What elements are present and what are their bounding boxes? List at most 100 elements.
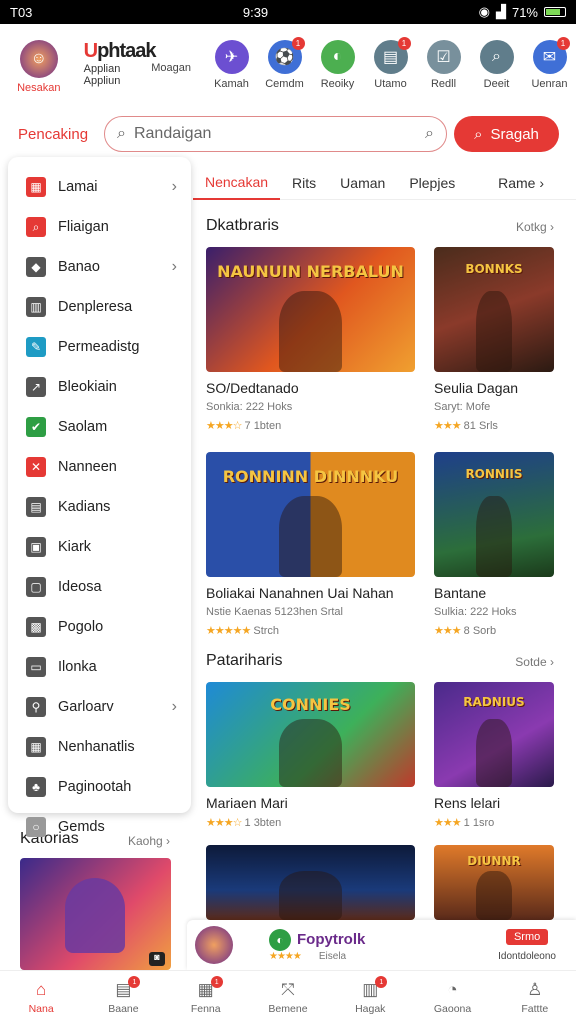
tab[interactable]: Rits bbox=[280, 166, 328, 200]
top-nav-item[interactable]: ✈ Kamah bbox=[205, 40, 258, 90]
bottom-nav-label: Gaoona bbox=[433, 1003, 472, 1015]
bottom-nav-item[interactable]: ◔ Gaoona bbox=[411, 971, 493, 1024]
top-nav-item[interactable]: ⌕ Deeit bbox=[470, 40, 523, 90]
star-rating-icon: ★★★ bbox=[434, 625, 462, 637]
drawer-item[interactable]: ▣ Kiark bbox=[8, 527, 191, 567]
character-art bbox=[476, 496, 512, 577]
drawer-item-icon: ▣ bbox=[26, 537, 46, 557]
left-featured-game[interactable]: ◙ bbox=[20, 858, 171, 970]
search-input[interactable]: ⌕ Randaigan ⌕ bbox=[104, 116, 447, 152]
notification-badge: 1 bbox=[210, 976, 223, 988]
drawer-item[interactable]: ▭ Ilonka bbox=[8, 647, 191, 687]
bottom-nav-item[interactable]: ▤ 1 Baane bbox=[82, 971, 164, 1024]
game-title[interactable]: Seulia Dagan bbox=[434, 380, 518, 396]
game-banner-text: CONNIES bbox=[270, 695, 351, 714]
search-icon: ⌕ bbox=[474, 125, 483, 143]
content-tabs: Nencakan Rits Uaman Plepjes Rame › bbox=[193, 166, 576, 200]
search-button-label: Sragah bbox=[490, 125, 539, 143]
drawer-item[interactable]: ▩ Pogolo bbox=[8, 607, 191, 647]
game-title[interactable]: SO/Dedtanado bbox=[206, 380, 299, 396]
promo-action-button[interactable]: Srmo bbox=[505, 928, 549, 945]
game-banner-text: BONNKS bbox=[465, 262, 523, 276]
drawer-item[interactable]: ▤ Kadians bbox=[8, 487, 191, 527]
signal-icon: ▟ bbox=[495, 4, 506, 19]
game-title[interactable]: Mariaen Mari bbox=[206, 795, 288, 811]
drawer-item[interactable]: ▥ Denpleresa bbox=[8, 287, 191, 327]
tab-more[interactable]: Rame › bbox=[486, 166, 556, 200]
drawer-item-icon: ▦ bbox=[26, 737, 46, 757]
bottom-nav-item[interactable]: ▥ 1 Hagak bbox=[329, 971, 411, 1024]
game-card-image[interactable]: DIUNNR bbox=[434, 845, 554, 920]
tab[interactable]: Nencakan bbox=[193, 166, 281, 200]
section-more-2[interactable]: Sotde › bbox=[515, 655, 554, 669]
drawer-item[interactable]: ✕ Nanneen bbox=[8, 447, 191, 487]
game-title[interactable]: Bantane bbox=[434, 585, 486, 601]
drawer-item[interactable]: ⚲ Garloarv › bbox=[8, 687, 191, 727]
bottom-nav-icon: ◔ bbox=[447, 980, 458, 999]
top-nav-item[interactable]: ✉ 1 Uenran bbox=[523, 37, 576, 90]
tab[interactable]: Uaman bbox=[328, 166, 397, 200]
drawer-item[interactable]: ♣ Paginootah bbox=[8, 767, 191, 807]
drawer-item[interactable]: ⌕ Fliaigan bbox=[8, 207, 191, 247]
top-nav-icon: ⚽ 1 bbox=[267, 37, 305, 74]
game-title[interactable]: Boliakai Nanahnen Uai Nahan bbox=[206, 585, 394, 601]
bottom-nav-label: Hagak bbox=[355, 1003, 386, 1015]
game-rating: ★★★★★ Strch bbox=[206, 624, 279, 637]
top-nav-icon: ⌕ bbox=[479, 40, 514, 74]
bottom-nav-item[interactable]: ⤧ Bemene bbox=[247, 971, 329, 1024]
bottom-nav-item[interactable]: ⌂ Nana bbox=[0, 971, 82, 1024]
drawer-item[interactable]: ▢ Ideosa bbox=[8, 567, 191, 607]
top-nav-item[interactable]: ☑ Redll bbox=[417, 40, 470, 90]
bottom-nav-label: Baane bbox=[108, 1003, 139, 1015]
game-card-image[interactable] bbox=[206, 845, 415, 920]
profile-label: Nesakan bbox=[17, 82, 61, 94]
game-card-image[interactable]: CONNIES bbox=[206, 682, 415, 787]
bottom-nav-item[interactable]: ♙ Fattte bbox=[494, 971, 576, 1024]
promo-app-name: Fopytrolk bbox=[297, 931, 366, 948]
star-rating-icon: ★★★ bbox=[434, 420, 462, 432]
drawer-item[interactable]: ○ Gemds bbox=[8, 807, 191, 847]
promo-sub: Eisela bbox=[318, 950, 347, 962]
game-card-image[interactable]: BONNKS bbox=[434, 247, 554, 372]
game-card-image[interactable]: RONNINN DINNNKU bbox=[206, 452, 415, 577]
promo-stars: ★★★★ bbox=[269, 950, 302, 962]
drawer-item-icon: ⌕ bbox=[26, 217, 46, 237]
notification-badge: 1 bbox=[397, 37, 411, 50]
top-nav-item[interactable]: ⚽ 1 Cemdm bbox=[258, 37, 311, 90]
top-nav-label: Utamo bbox=[374, 78, 407, 90]
notification-badge: 1 bbox=[375, 976, 388, 988]
drawer-item-label: Saolam bbox=[58, 419, 108, 435]
profile-button[interactable]: ☺ Nesakan bbox=[0, 40, 78, 94]
bottom-nav-item[interactable]: ▦ 1 Fenna bbox=[165, 971, 247, 1024]
drawer-item-icon: ○ bbox=[26, 817, 46, 837]
promo-right-text: Idontdoleono bbox=[498, 950, 556, 962]
promo-avatar bbox=[195, 926, 233, 964]
game-subtitle: Nstie Kaenas 5123hen Srtal bbox=[206, 606, 343, 618]
rating-text: 8 Sorb bbox=[463, 625, 497, 637]
game-card-image[interactable]: NAUNUIN NERBALUN bbox=[206, 247, 415, 372]
drawer-item-label: Kadians bbox=[58, 499, 111, 515]
game-title[interactable]: Rens lelari bbox=[434, 795, 500, 811]
drawer-item-icon: ▩ bbox=[26, 617, 46, 637]
character-art bbox=[476, 719, 512, 787]
drawer-item[interactable]: ✔ Saolam bbox=[8, 407, 191, 447]
drawer-item[interactable]: ▦ Lamai › bbox=[8, 167, 191, 207]
tab[interactable]: Plepjes bbox=[397, 166, 467, 200]
star-rating-icon: ★★★ bbox=[434, 817, 462, 829]
battery-percent: 71% bbox=[511, 4, 538, 20]
top-nav-item[interactable]: ▤ 1 Utamo bbox=[364, 37, 417, 90]
drawer-item[interactable]: ◆ Banao › bbox=[8, 247, 191, 287]
game-card-image[interactable]: RONNIIS bbox=[434, 452, 554, 577]
game-card-image[interactable]: RADNIUS bbox=[434, 682, 554, 787]
drawer-item[interactable]: ✎ Permeadistg bbox=[8, 327, 191, 367]
game-rating: ★★★ 81 Srls bbox=[434, 419, 498, 432]
bottom-nav-icon: ▤ 1 bbox=[112, 976, 141, 1000]
app-promo-banner[interactable]: ◐ Fopytrolk ★★★★ Eisela Srmo Idontdoleon… bbox=[187, 920, 576, 970]
drawer-item[interactable]: ↗ Bleokiain bbox=[8, 367, 191, 407]
top-nav-item[interactable]: ◐ Reoiky bbox=[311, 40, 364, 90]
drawer-item[interactable]: ▦ Nenhanatlis bbox=[8, 727, 191, 767]
section-more-1[interactable]: Kotkg › bbox=[516, 220, 554, 234]
search-button[interactable]: ⌕ Sragah bbox=[454, 116, 559, 152]
game-banner-text: RONNIIS bbox=[465, 467, 523, 481]
game-subtitle: Sonkia: 222 Hoks bbox=[206, 401, 293, 413]
